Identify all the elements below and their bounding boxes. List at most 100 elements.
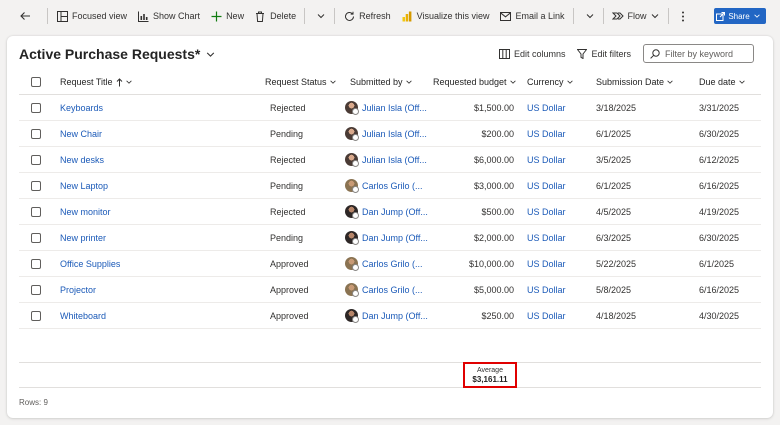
visualize-button[interactable]: Visualize this view <box>396 5 495 27</box>
submitted-by-link[interactable]: Carlos Grilo (... <box>345 277 423 302</box>
submitted-by-name: Dan Jump (Off... <box>362 310 428 321</box>
currency-link[interactable]: US Dollar <box>527 121 566 146</box>
row-checkbox[interactable] <box>31 277 41 302</box>
avatar <box>345 309 359 323</box>
chevron-down-icon <box>317 14 325 19</box>
chevron-down-icon <box>509 80 516 84</box>
column-header-request-title[interactable]: Request Title <box>60 70 133 94</box>
request-title-link[interactable]: New Laptop <box>60 173 108 198</box>
currency-link[interactable]: US Dollar <box>527 225 566 250</box>
requested-budget: $2,000.00 <box>473 232 514 243</box>
keyword-input[interactable] <box>665 48 749 59</box>
currency-link[interactable]: US Dollar <box>527 199 566 224</box>
row-checkbox[interactable] <box>31 95 41 120</box>
filter-by-keyword[interactable] <box>643 44 754 63</box>
more-commands-button[interactable] <box>672 5 698 27</box>
delete-button[interactable]: Delete <box>249 5 301 27</box>
refresh-button[interactable]: Refresh <box>338 5 396 27</box>
submitted-by-link[interactable]: Dan Jump (Off... <box>345 199 428 224</box>
currency-link[interactable]: US Dollar <box>527 277 566 302</box>
request-title-link[interactable]: New Chair <box>60 121 102 146</box>
submitted-by-link[interactable]: Julian Isla (Off... <box>345 95 427 120</box>
submitted-by-name: Dan Jump (Off... <box>362 232 428 243</box>
requested-budget: $10,000.00 <box>468 258 514 269</box>
column-header-submitted-by[interactable]: Submitted by <box>350 70 413 94</box>
row-checkbox[interactable] <box>31 121 41 146</box>
row-checkbox[interactable] <box>31 173 41 198</box>
request-title-link[interactable]: New printer <box>60 225 106 250</box>
chevron-down-icon <box>329 80 336 84</box>
email-more-dropdown[interactable] <box>577 5 600 27</box>
chevron-down-icon <box>125 80 132 84</box>
row-checkbox[interactable] <box>31 251 41 276</box>
table-row[interactable]: Office Supplies Approved Carlos Grilo (.… <box>19 251 761 277</box>
new-button[interactable]: New <box>205 5 249 27</box>
table-row[interactable]: Keyboards Rejected Julian Isla (Off... $… <box>19 95 761 121</box>
row-checkbox[interactable] <box>31 147 41 172</box>
submitted-by-link[interactable]: Carlos Grilo (... <box>345 251 423 276</box>
row-checkbox[interactable] <box>31 199 41 224</box>
column-header-due-date[interactable]: Due date <box>699 70 746 94</box>
grid-header: Request Title Request Status Submitted b… <box>19 70 761 95</box>
aggregate-value: $3,161.11 <box>472 374 508 384</box>
select-all-checkbox[interactable] <box>31 70 41 94</box>
table-row[interactable]: Whiteboard Approved Dan Jump (Off... $25… <box>19 303 761 329</box>
row-checkbox[interactable] <box>31 303 41 328</box>
avatar <box>345 283 359 297</box>
submitted-by-link[interactable]: Dan Jump (Off... <box>345 225 428 250</box>
column-header-label: Submission Date <box>596 77 665 87</box>
request-title-link[interactable]: Projector <box>60 277 96 302</box>
chevron-down-icon <box>207 51 215 57</box>
submitted-by-link[interactable]: Carlos Grilo (... <box>345 173 423 198</box>
table-row[interactable]: Projector Approved Carlos Grilo (... $5,… <box>19 277 761 303</box>
show-chart-button[interactable]: Show Chart <box>132 5 205 27</box>
currency-link[interactable]: US Dollar <box>527 251 566 276</box>
row-checkbox[interactable] <box>31 225 41 250</box>
edit-columns-button[interactable]: Edit columns <box>498 48 565 59</box>
submitted-by-link[interactable]: Julian Isla (Off... <box>345 121 427 146</box>
currency-link[interactable]: US Dollar <box>527 303 566 328</box>
column-header-requested-budget[interactable]: Requested budget <box>433 70 517 94</box>
avatar <box>345 205 359 219</box>
due-date: 3/31/2025 <box>699 102 740 113</box>
request-title-link[interactable]: Keyboards <box>60 95 103 120</box>
column-header-submission-date[interactable]: Submission Date <box>596 70 674 94</box>
delete-more-dropdown[interactable] <box>308 5 331 27</box>
flow-button[interactable]: Flow <box>607 5 665 27</box>
request-title-link[interactable]: Whiteboard <box>60 303 106 328</box>
email-link-button[interactable]: Email a Link <box>494 5 569 27</box>
table-row[interactable]: New Laptop Pending Carlos Grilo (... $3,… <box>19 173 761 199</box>
edit-filters-button[interactable]: Edit filters <box>577 48 631 59</box>
power-bi-icon <box>401 10 413 22</box>
edit-filters-label: Edit filters <box>591 48 631 59</box>
checkbox-box <box>31 310 41 321</box>
back-button[interactable] <box>14 5 40 27</box>
column-header-request-status[interactable]: Request Status <box>265 70 337 94</box>
new-label: New <box>226 11 245 21</box>
focused-view-button[interactable]: Focused view <box>51 5 132 27</box>
table-row[interactable]: New Chair Pending Julian Isla (Off... $2… <box>19 121 761 147</box>
back-arrow-icon <box>19 10 31 22</box>
request-title-link[interactable]: New monitor <box>60 199 111 224</box>
more-vertical-icon <box>677 10 689 22</box>
focused-view-icon <box>56 10 68 22</box>
share-button[interactable]: Share <box>714 8 766 24</box>
submitted-by-link[interactable]: Julian Isla (Off... <box>345 147 427 172</box>
table-row[interactable]: New monitor Rejected Dan Jump (Off... $5… <box>19 199 761 225</box>
currency-link[interactable]: US Dollar <box>527 147 566 172</box>
budget-average-aggregate[interactable]: Average $3,161.11 <box>463 362 517 388</box>
table-row[interactable]: New desks Rejected Julian Isla (Off... $… <box>19 147 761 173</box>
request-title-link[interactable]: Office Supplies <box>60 251 120 276</box>
currency-link[interactable]: US Dollar <box>527 95 566 120</box>
table-row[interactable]: New printer Pending Dan Jump (Off... $2,… <box>19 225 761 251</box>
currency-link[interactable]: US Dollar <box>527 173 566 198</box>
chevron-down-icon <box>586 14 593 19</box>
request-title-link[interactable]: New desks <box>60 147 104 172</box>
column-header-currency[interactable]: Currency <box>527 70 574 94</box>
submitted-by-name: Carlos Grilo (... <box>362 284 423 295</box>
requested-budget: $5,000.00 <box>473 284 514 295</box>
requested-budget: $200.00 <box>481 128 514 139</box>
submitted-by-link[interactable]: Dan Jump (Off... <box>345 303 428 328</box>
view-selector[interactable]: Active Purchase Requests* <box>19 46 216 62</box>
request-status: Approved <box>270 258 309 269</box>
